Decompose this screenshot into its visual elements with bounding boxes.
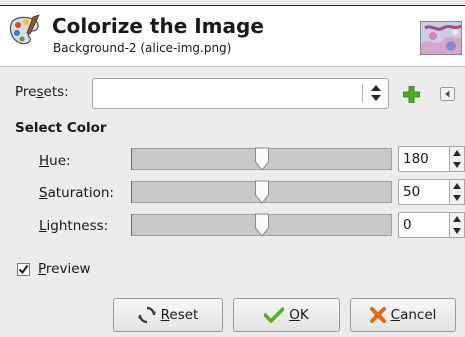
slider-start-tick bbox=[131, 181, 132, 203]
combo-divider bbox=[362, 84, 363, 103]
spin-up-icon[interactable] bbox=[453, 150, 461, 156]
saturation-spin-input[interactable]: 50 bbox=[398, 179, 450, 205]
cancel-button[interactable]: Cancel bbox=[350, 298, 456, 332]
spin-down-icon[interactable] bbox=[453, 228, 461, 234]
spin-down-icon[interactable] bbox=[453, 162, 461, 168]
saturation-slider-handle[interactable] bbox=[254, 180, 270, 204]
ok-button[interactable]: OK bbox=[233, 298, 340, 332]
image-subtitle: Background-2 (alice-img.png) bbox=[53, 41, 232, 55]
layer-thumbnail bbox=[420, 21, 462, 55]
colorize-tool-icon bbox=[9, 14, 40, 45]
triangle-left-icon[interactable] bbox=[440, 87, 455, 101]
updown-arrows-icon[interactable] bbox=[369, 81, 383, 105]
lightness-spin-input[interactable]: 0 bbox=[398, 212, 450, 238]
preview-label[interactable]: Preview bbox=[38, 261, 91, 277]
reset-button-label: Reset bbox=[160, 307, 199, 323]
lightness-label: Lightness: bbox=[39, 218, 109, 234]
preview-checkbox[interactable] bbox=[17, 263, 30, 276]
spin-up-icon[interactable] bbox=[453, 216, 461, 222]
reset-button[interactable]: Reset bbox=[113, 298, 223, 332]
checkmark-small-icon bbox=[18, 264, 29, 275]
lightness-slider-handle[interactable] bbox=[254, 213, 270, 237]
spin-up-icon[interactable] bbox=[453, 183, 461, 189]
dialog-title: Colorize the Image bbox=[52, 14, 264, 38]
presets-combo[interactable] bbox=[92, 78, 389, 109]
ok-button-label: OK bbox=[289, 307, 309, 323]
header-divider bbox=[0, 66, 465, 67]
lightness-spin-buttons[interactable] bbox=[450, 212, 465, 238]
hue-spin-input[interactable]: 180 bbox=[398, 146, 450, 172]
cancel-button-label: Cancel bbox=[390, 307, 437, 323]
plus-icon[interactable] bbox=[403, 86, 420, 103]
checkmark-icon bbox=[264, 307, 285, 323]
hue-spin-buttons[interactable] bbox=[450, 146, 465, 172]
presets-label: Presets: bbox=[15, 84, 69, 100]
hue-label: Hue: bbox=[39, 153, 71, 169]
section-title-select-color: Select Color bbox=[15, 120, 107, 136]
hue-slider-handle[interactable] bbox=[254, 147, 270, 171]
slider-start-tick bbox=[131, 214, 132, 236]
spin-down-icon[interactable] bbox=[453, 195, 461, 201]
saturation-spin-buttons[interactable] bbox=[450, 179, 465, 205]
slider-start-tick bbox=[131, 148, 132, 170]
cancel-x-icon bbox=[369, 307, 386, 323]
reset-icon bbox=[137, 306, 156, 324]
saturation-label: Saturation: bbox=[39, 185, 114, 201]
